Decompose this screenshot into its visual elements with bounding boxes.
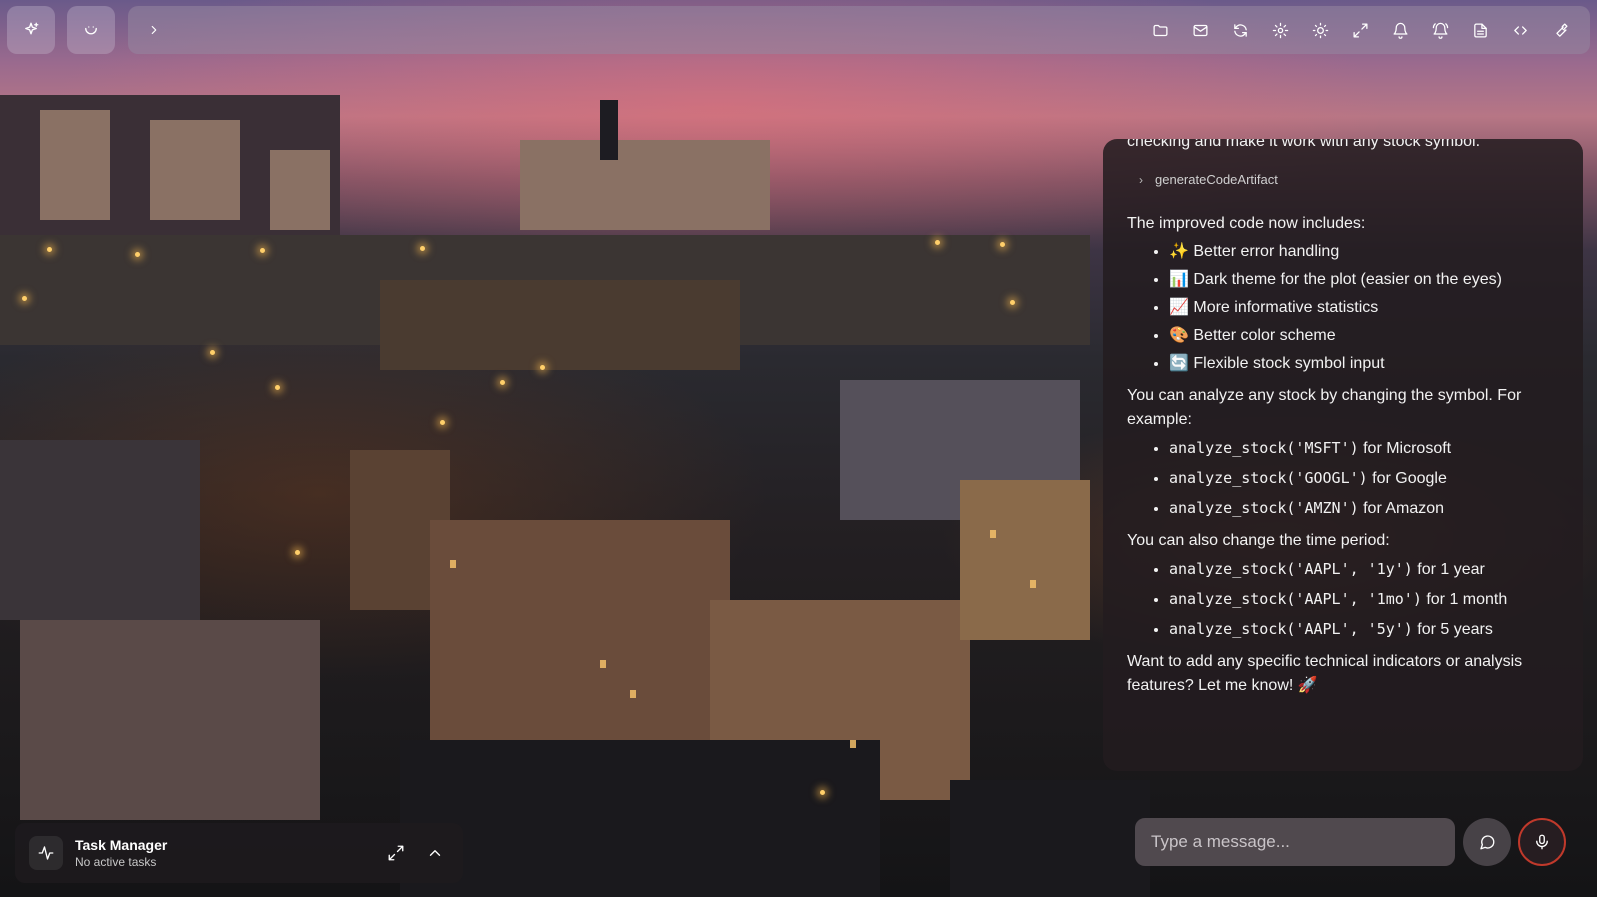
- mail-button[interactable]: [1180, 10, 1220, 50]
- mail-icon: [1192, 24, 1208, 36]
- document-button[interactable]: [1460, 10, 1500, 50]
- message-circle-icon: [1480, 835, 1495, 850]
- message-input[interactable]: [1135, 818, 1455, 866]
- microphone-icon: [1536, 834, 1548, 850]
- code-snippet: analyze_stock('AAPL', '1y'): [1169, 560, 1413, 578]
- smile-icon: [85, 26, 97, 35]
- microphone-button[interactable]: [1518, 818, 1566, 866]
- list-item-desc: for 1 month: [1421, 591, 1508, 608]
- document-icon: [1473, 22, 1487, 38]
- list-item-desc: for Microsoft: [1358, 440, 1452, 457]
- refresh-icon: [1233, 23, 1247, 37]
- list-item: analyze_stock('MSFT') for Microsoft: [1169, 436, 1559, 461]
- message-truncated-text: checking and make it work with any stock…: [1127, 139, 1481, 150]
- message-paragraph: The improved code now includes:: [1127, 215, 1366, 232]
- list-item: analyze_stock('AAPL', '5y') for 5 years: [1169, 617, 1559, 642]
- top-toolbar: [128, 6, 1590, 54]
- chat-mode-button[interactable]: [1463, 818, 1511, 866]
- bell-icon: [1392, 22, 1408, 39]
- list-item: 🔄 Flexible stock symbol input: [1169, 352, 1559, 376]
- list-item: analyze_stock('GOOGL') for Google: [1169, 466, 1559, 491]
- bell-ring-icon: [1432, 22, 1448, 39]
- folder-button[interactable]: [1140, 10, 1180, 50]
- list-item: analyze_stock('AMZN') for Amazon: [1169, 496, 1559, 521]
- assistant-button[interactable]: [67, 6, 115, 54]
- settings-button[interactable]: [1260, 10, 1300, 50]
- activity-icon: [38, 846, 54, 860]
- feature-list: ✨ Better error handling 📊 Dark theme for…: [1127, 240, 1559, 376]
- chevron-right-icon: [151, 25, 157, 35]
- task-manager[interactable]: Task Manager No active tasks: [15, 823, 463, 883]
- code-icon: [1513, 25, 1527, 35]
- sparkles-button[interactable]: [7, 6, 55, 54]
- theme-button[interactable]: [1300, 10, 1340, 50]
- alerts-button[interactable]: [1420, 10, 1460, 50]
- chat-panel: checking and make it work with any stock…: [1103, 139, 1583, 771]
- sparkles-icon: [25, 22, 39, 35]
- message-paragraph: You can analyze any stock by changing th…: [1127, 387, 1522, 428]
- code-snippet: analyze_stock('AMZN'): [1169, 499, 1359, 517]
- list-item-desc: for 1 year: [1412, 561, 1485, 578]
- activity-icon-wrap: [29, 836, 63, 870]
- list-item: analyze_stock('AAPL', '1y') for 1 year: [1169, 557, 1559, 582]
- maximize-icon: [1352, 22, 1368, 38]
- tools-button[interactable]: [1540, 10, 1580, 50]
- list-item: 📈 More informative statistics: [1169, 296, 1559, 320]
- chevron-up-icon: [429, 850, 441, 856]
- message-paragraph: Want to add any specific technical indic…: [1127, 653, 1523, 694]
- wrench-icon: [1555, 22, 1568, 37]
- folder-icon: [1152, 24, 1168, 36]
- maximize-icon: [388, 845, 404, 861]
- list-item: analyze_stock('AAPL', '1mo') for 1 month: [1169, 587, 1559, 612]
- chevron-right-icon: ›: [1139, 173, 1143, 187]
- code-button[interactable]: [1500, 10, 1540, 50]
- tool-call-name: generateCodeArtifact: [1155, 172, 1278, 187]
- list-item: ✨ Better error handling: [1169, 240, 1559, 264]
- expand-toolbar-button[interactable]: [142, 18, 166, 42]
- tool-call-toggle[interactable]: › generateCodeArtifact: [1139, 168, 1559, 192]
- task-manager-collapse-button[interactable]: [421, 839, 449, 867]
- symbol-example-list: analyze_stock('MSFT') for Microsoft anal…: [1127, 436, 1559, 521]
- notifications-button[interactable]: [1380, 10, 1420, 50]
- code-snippet: analyze_stock('MSFT'): [1169, 439, 1359, 457]
- task-manager-status: No active tasks: [75, 855, 157, 869]
- code-snippet: analyze_stock('AAPL', '1mo'): [1169, 590, 1422, 608]
- list-item-desc: for Amazon: [1358, 500, 1445, 517]
- list-item: 📊 Dark theme for the plot (easier on the…: [1169, 268, 1559, 292]
- task-manager-expand-button[interactable]: [382, 839, 410, 867]
- period-example-list: analyze_stock('AAPL', '1y') for 1 year a…: [1127, 557, 1559, 642]
- code-snippet: analyze_stock('AAPL', '5y'): [1169, 620, 1413, 638]
- list-item: 🎨 Better color scheme: [1169, 324, 1559, 348]
- gear-icon: [1272, 22, 1288, 38]
- list-item-desc: for Google: [1367, 470, 1447, 487]
- code-snippet: analyze_stock('GOOGL'): [1169, 469, 1368, 487]
- refresh-button[interactable]: [1220, 10, 1260, 50]
- message-paragraph: You can also change the time period:: [1127, 532, 1390, 549]
- sun-icon: [1312, 22, 1328, 38]
- fullscreen-button[interactable]: [1340, 10, 1380, 50]
- task-manager-title: Task Manager: [75, 837, 168, 853]
- list-item-desc: for 5 years: [1412, 621, 1493, 638]
